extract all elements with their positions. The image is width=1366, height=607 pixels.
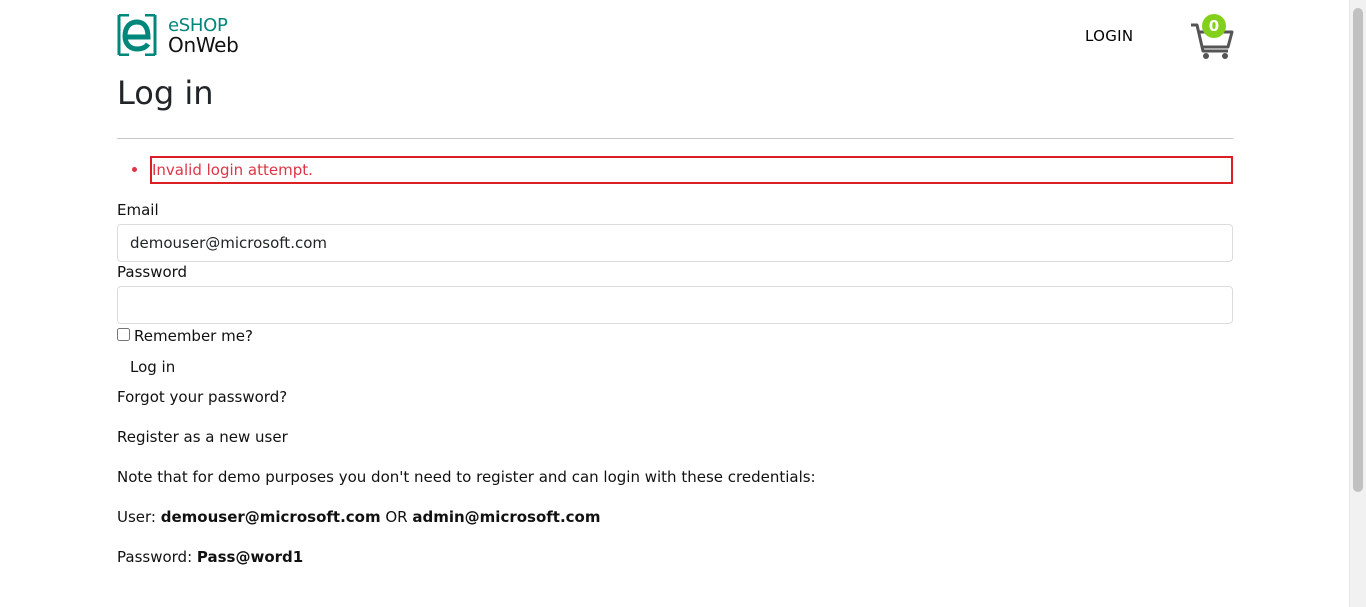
register-row: Register as a new user (117, 428, 288, 446)
password-prefix: Password: (117, 548, 197, 566)
remember-me-checkbox[interactable] (117, 328, 130, 341)
brand-name-bottom: OnWeb (168, 33, 239, 57)
error-bullet (132, 167, 137, 172)
remember-me-label[interactable]: Remember me? (134, 327, 253, 345)
demo-users: User: demouser@microsoft.com OR admin@mi… (117, 508, 601, 526)
cart-count-badge: 0 (1202, 14, 1226, 38)
password-input[interactable] (117, 286, 1233, 324)
demo-note: Note that for demo purposes you don't ne… (117, 468, 816, 486)
email-label: Email (117, 201, 159, 219)
forgot-password-row: Forgot your password? (117, 388, 287, 406)
logo-e-icon (117, 14, 157, 56)
eshop-logo[interactable]: eSHOP OnWeb (117, 13, 247, 59)
user-prefix: User: (117, 508, 161, 526)
demo-user-email: demouser@microsoft.com (160, 508, 381, 526)
password-label: Password (117, 263, 188, 281)
demo-password: Password: Pass@word1 (117, 548, 303, 566)
login-link[interactable]: LOGIN (1085, 27, 1133, 45)
divider (117, 138, 1233, 139)
cart-button[interactable]: 0 (1190, 14, 1234, 60)
register-link[interactable]: Register as a new user (117, 428, 288, 446)
page-scrollbar[interactable] (1349, 0, 1366, 607)
forgot-password-link[interactable]: Forgot your password? (117, 388, 287, 406)
admin-user-email: admin@microsoft.com (412, 508, 601, 526)
login-button[interactable]: Log in (117, 356, 188, 378)
scrollbar-thumb[interactable] (1353, 8, 1363, 492)
page-title: Log in (117, 74, 214, 112)
email-input[interactable] (117, 224, 1233, 262)
error-message: Invalid login attempt. (150, 156, 1233, 184)
or-text: OR (380, 508, 413, 526)
demo-password-value: Pass@word1 (196, 548, 304, 566)
